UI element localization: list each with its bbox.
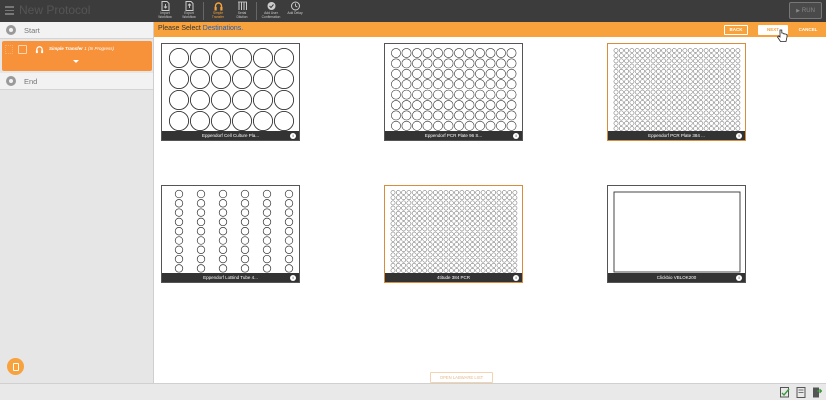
tool-export-workflow[interactable]: Export Workflow (179, 1, 199, 21)
tool-label: Serial Dilution (236, 11, 248, 19)
serial-dilution-icon (237, 1, 247, 10)
labware-wells-diagram (390, 190, 518, 273)
labware-card[interactable]: Clickbio VBLOK200 i (607, 185, 746, 283)
transfer-title: Simple Transfer 1 (In Progress) (49, 46, 114, 51)
validate-icon[interactable] (780, 387, 790, 398)
tool-serial-dilution[interactable]: Serial Dilution (232, 1, 252, 21)
export-icon[interactable] (812, 387, 822, 398)
end-step[interactable]: End (0, 73, 153, 90)
step-checkbox[interactable] (18, 45, 27, 54)
play-icon: ▶ (796, 7, 800, 14)
selection-header: Please Select Destinations. BACK NEXT CA… (154, 22, 826, 37)
labware-name: Clickbio VBLOK200 (608, 273, 745, 282)
transfer-name: Simple Transfer (49, 46, 83, 51)
open-labware-list-button[interactable]: OPEN LABWARE LIST (430, 372, 493, 383)
labware-wells-diagram (613, 191, 741, 273)
clipboard-icon (12, 362, 19, 371)
bottom-bar (0, 383, 826, 400)
import-workflow-icon (161, 1, 169, 11)
selection-prompt: Please Select Destinations. (158, 25, 243, 32)
simple-transfer-step[interactable]: Simple Transfer 1 (In Progress) (2, 41, 152, 71)
start-icon (6, 25, 16, 35)
labware-card[interactable]: Eppendorf Cell Culture Pla... i (161, 43, 300, 141)
start-step[interactable]: Start (0, 22, 153, 39)
simple-transfer-icon (214, 2, 222, 11)
tool-add-user-confirmation[interactable]: Add User Confirmation (261, 1, 281, 21)
labware-wells-diagram (174, 189, 294, 273)
tool-label: Add Delay (287, 11, 303, 15)
tool-label: Simple Transfer (211, 11, 225, 19)
labware-card[interactable]: Eppendorf PCR Plate 384 ... i (607, 43, 746, 141)
cancel-button[interactable]: CANCEL (794, 25, 822, 35)
labware-wells-diagram (613, 48, 741, 131)
labware-name: Eppendorf PCR Plate 96 S... (385, 131, 522, 140)
back-button[interactable]: BACK (724, 24, 748, 35)
toolbar-separator (256, 2, 257, 20)
labware-card[interactable]: 4titude 384 PCR i (384, 185, 523, 283)
menu-icon[interactable] (5, 6, 14, 15)
tool-label: Import Workflow (158, 11, 172, 19)
tool-import-workflow[interactable]: Import Workflow (155, 1, 175, 21)
labware-card[interactable]: Eppendorf LoBind Tube 4... i (161, 185, 300, 283)
labware-wells-diagram (168, 47, 295, 131)
labware-name: Eppendorf LoBind Tube 4... (162, 273, 299, 282)
toolbar-separator (203, 2, 204, 20)
add-user-confirmation-icon (267, 2, 275, 10)
document-icon[interactable] (796, 387, 806, 398)
labware-name: 4titude 384 PCR (385, 273, 522, 282)
tool-label: Add User Confirmation (261, 11, 281, 19)
info-icon[interactable]: i (290, 274, 296, 281)
simple-transfer-icon (35, 46, 44, 54)
labware-wells-diagram (391, 48, 517, 131)
tool-add-delay[interactable]: Add Delay (285, 1, 305, 21)
info-icon[interactable]: i (290, 132, 296, 139)
add-delay-icon (290, 1, 300, 11)
labware-card[interactable]: Eppendorf PCR Plate 96 S... i (384, 43, 523, 141)
tool-simple-transfer[interactable]: Simple Transfer (208, 1, 228, 21)
info-icon[interactable]: i (736, 132, 742, 139)
prompt-highlight: Destinations. (202, 25, 244, 32)
labware-name: Eppendorf PCR Plate 384 ... (608, 131, 745, 140)
run-label: RUN (801, 7, 815, 14)
tool-label: Export Workflow (182, 11, 196, 19)
transfer-status: (In Progress) (87, 46, 114, 51)
hand-cursor-icon (776, 29, 788, 42)
app-title: New Protocol (19, 3, 91, 17)
labware-name: Eppendorf Cell Culture Pla... (162, 131, 299, 140)
run-button[interactable]: ▶ RUN (789, 2, 822, 19)
info-icon[interactable]: i (736, 274, 742, 281)
info-icon[interactable]: i (513, 132, 519, 139)
expand-caret-icon[interactable] (73, 60, 79, 63)
prompt-text: Please Select (158, 25, 201, 32)
clipboard-fab-button[interactable] (7, 358, 24, 375)
start-label: Start (24, 25, 40, 35)
end-label: End (24, 76, 38, 86)
info-icon[interactable]: i (513, 274, 519, 281)
transfer-number: 1 (84, 46, 87, 51)
top-bar: New Protocol Import Workflow Export Workf… (0, 0, 826, 22)
end-icon (6, 76, 16, 86)
sidebar: Start Simple Transfer 1 (In Progress) En… (0, 22, 154, 383)
toolbar: Import Workflow Export Workflow Simple Tra… (155, 1, 309, 21)
export-workflow-icon (185, 1, 193, 11)
drag-handle-icon[interactable] (5, 45, 13, 54)
